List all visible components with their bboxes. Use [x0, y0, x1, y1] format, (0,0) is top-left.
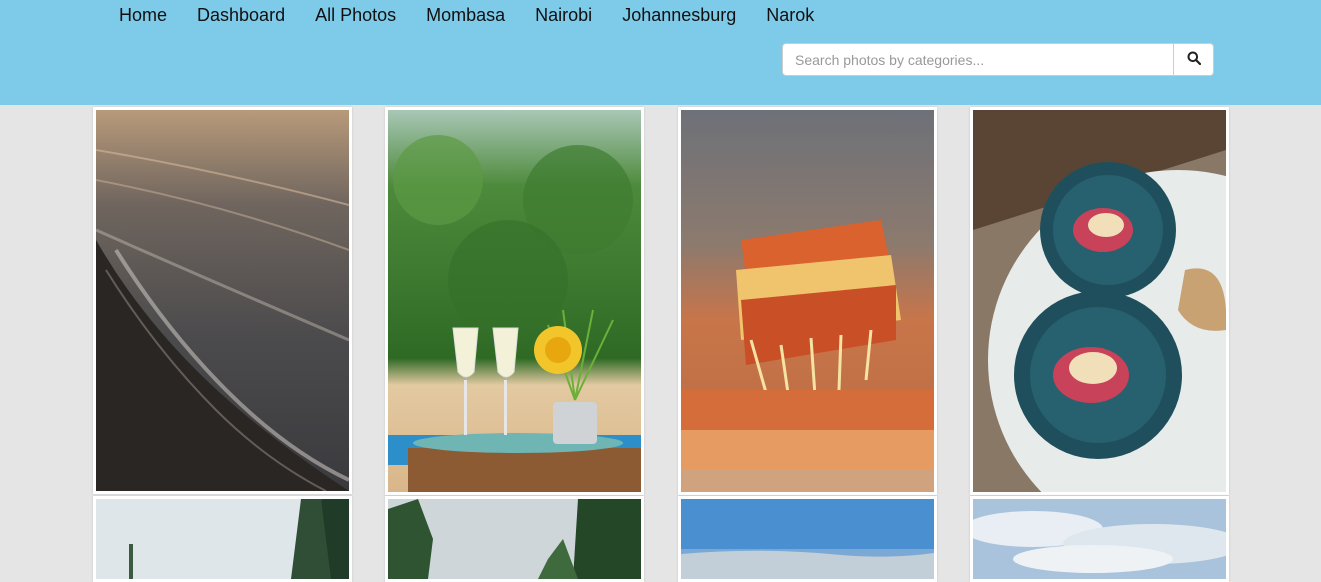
photo-card[interactable]	[385, 496, 644, 582]
nav-link-narok[interactable]: Narok	[751, 0, 829, 30]
nav-link-johannesburg[interactable]: Johannesburg	[607, 0, 751, 30]
photo-pine-trees-sky[interactable]	[96, 499, 349, 579]
nav-link-mombasa[interactable]: Mombasa	[411, 0, 520, 30]
nav-link-dashboard[interactable]: Dashboard	[182, 0, 300, 30]
search-button[interactable]	[1174, 43, 1214, 76]
photo-blue-sky-horizon[interactable]	[681, 499, 934, 579]
search-form	[782, 43, 1214, 76]
photo-card[interactable]	[970, 107, 1229, 495]
photo-card[interactable]	[93, 496, 352, 582]
photo-forest-mountains-clouds[interactable]	[388, 499, 641, 579]
photo-beach-shore-waves[interactable]	[96, 110, 349, 491]
photo-plated-dish-on-marble-table[interactable]	[973, 110, 1226, 492]
photo-lasagna-cheese-pull[interactable]	[681, 110, 934, 492]
photo-card[interactable]	[93, 107, 352, 494]
navbar: Home Dashboard All Photos Mombasa Nairob…	[0, 0, 1321, 105]
photo-card[interactable]	[385, 107, 644, 495]
nav-link-home[interactable]: Home	[104, 0, 182, 30]
photo-champagne-glasses-yellow-rose[interactable]	[388, 110, 641, 492]
nav-links: Home Dashboard All Photos Mombasa Nairob…	[104, 0, 829, 30]
photo-card[interactable]	[678, 496, 937, 582]
nav-link-nairobi[interactable]: Nairobi	[520, 0, 607, 30]
nav-link-all-photos[interactable]: All Photos	[300, 0, 411, 30]
photo-card[interactable]	[678, 107, 937, 495]
search-input[interactable]	[782, 43, 1175, 76]
photo-cloudy-sky[interactable]	[973, 499, 1226, 579]
photo-card[interactable]	[970, 496, 1229, 582]
search-icon	[1187, 51, 1201, 68]
